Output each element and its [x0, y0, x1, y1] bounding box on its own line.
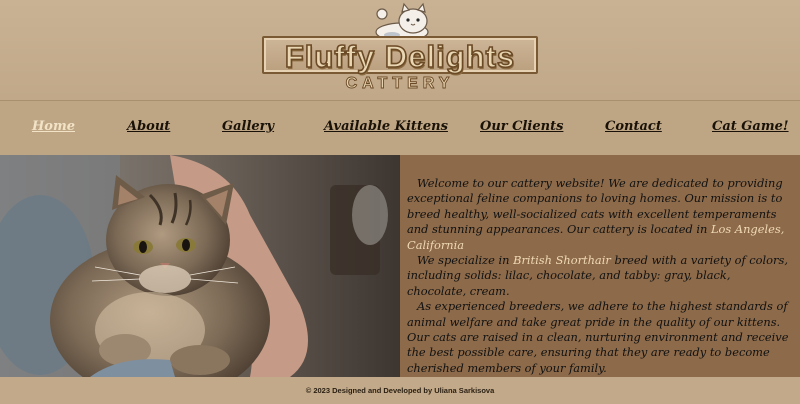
nav-contact[interactable]: Contact	[605, 119, 662, 134]
intro-paragraph-3: As experienced breeders, we adhere to th…	[407, 299, 789, 375]
logo-frame: Fluffy Delights	[262, 36, 538, 75]
logo-title: Fluffy Delights	[284, 38, 516, 75]
nav-available-kittens[interactable]: Available Kittens	[324, 119, 448, 134]
intro-paragraph-2: We specialize in British Shorthair breed…	[407, 253, 792, 299]
site-footer: © 2023 Designed and Developed by Uliana …	[0, 377, 800, 404]
breed-pre-text: We specialize in	[417, 253, 510, 268]
logo-subtitle: CATTERY	[345, 75, 455, 93]
copyright-text: © 2023 Designed and Developed by Uliana …	[305, 386, 495, 395]
nav-home[interactable]: Home	[32, 119, 75, 134]
cat-photo-illustration	[0, 155, 400, 377]
site-logo[interactable]: Fluffy Delights CATTERY	[258, 2, 542, 98]
nav-about[interactable]: About	[127, 119, 170, 134]
main-nav: Home About Gallery Available Kittens Our…	[0, 100, 800, 155]
intro-paragraph-1: Welcome to our cattery website! We are d…	[407, 176, 792, 253]
nav-gallery[interactable]: Gallery	[222, 119, 274, 134]
breed-highlight: British Shorthair	[513, 253, 611, 268]
hero-cat-photo	[0, 155, 400, 377]
intro-text-panel: Welcome to our cattery website! We are d…	[400, 155, 800, 377]
site-header: Fluffy Delights CATTERY	[0, 0, 800, 100]
nav-our-clients[interactable]: Our Clients	[480, 119, 563, 134]
nav-cat-game[interactable]: Cat Game!	[712, 119, 789, 134]
